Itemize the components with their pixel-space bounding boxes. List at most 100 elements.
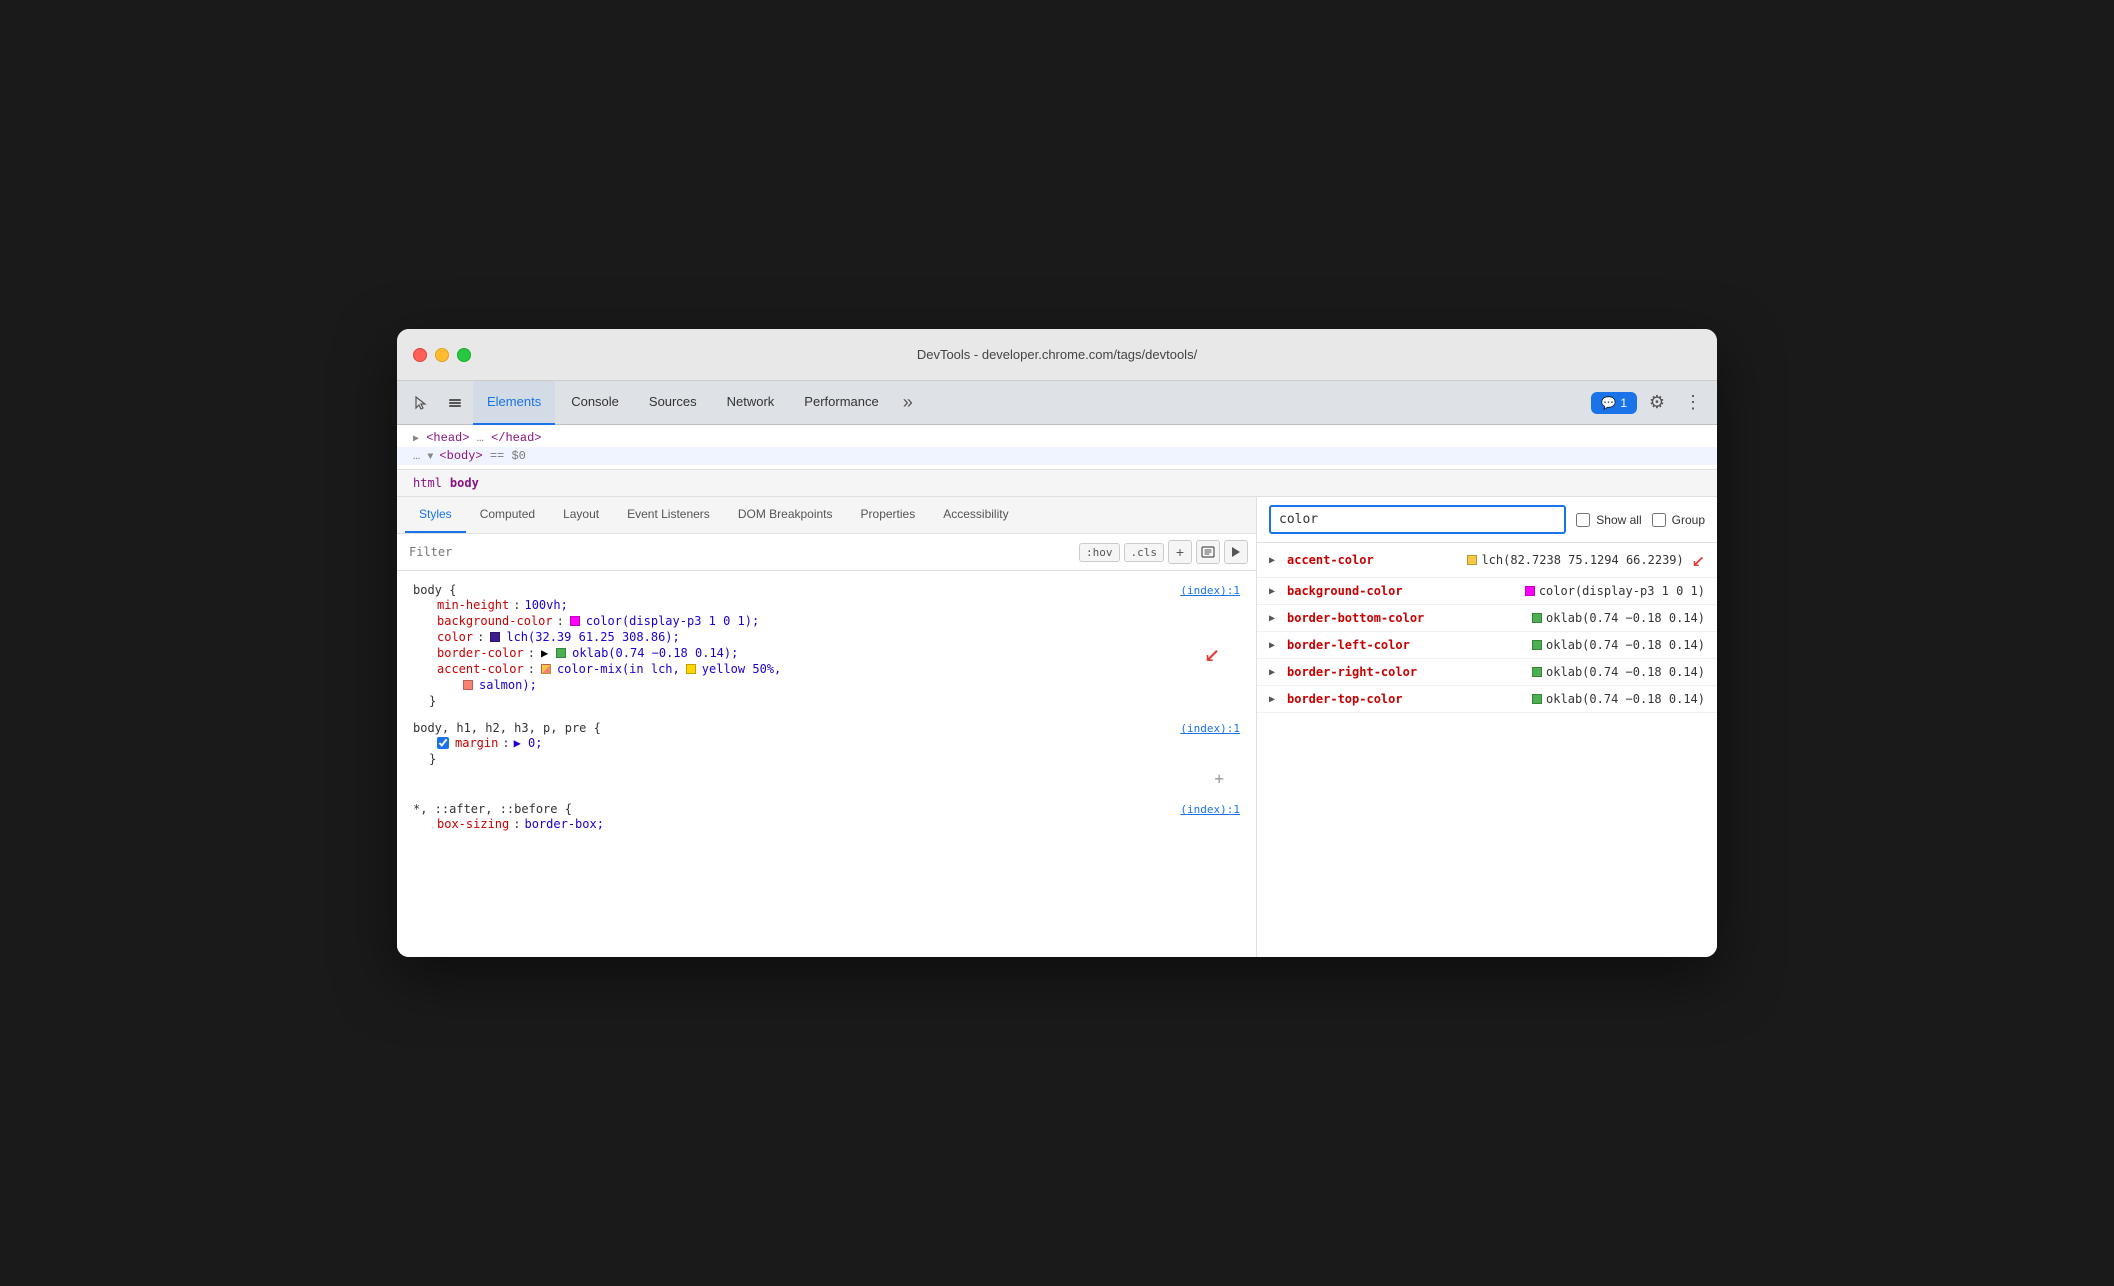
border-color-annotation-arrow: ↙ [1204, 640, 1220, 666]
css-prop-background-color: background-color: color(display-p3 1 0 1… [413, 613, 1240, 629]
css-rules-panel: body { (index):1 min-height: 100vh; back… [397, 571, 1256, 957]
expand-border-right-color[interactable]: ▶ [1269, 667, 1281, 678]
css-source-link-2[interactable]: (index):1 [1180, 722, 1240, 735]
tab-performance[interactable]: Performance [790, 381, 892, 425]
breadcrumb-body[interactable]: body [450, 476, 479, 490]
css-rule-selector: body { (index):1 [413, 583, 1240, 597]
more-tabs-button[interactable]: » [895, 387, 921, 419]
traffic-lights [413, 348, 471, 362]
dom-head-line[interactable]: ▶ <head> … </head> [397, 429, 1717, 447]
devtools-window: DevTools - developer.chrome.com/tags/dev… [397, 329, 1717, 957]
tab-accessibility[interactable]: Accessibility [929, 497, 1022, 533]
css-prop-margin: margin: ▶ 0; [413, 735, 1240, 751]
devtools-body: Elements Console Sources Network Perform… [397, 381, 1717, 957]
salmon-swatch[interactable] [463, 680, 473, 690]
toggle-css-changes-button[interactable] [1224, 540, 1248, 564]
more-options-button[interactable]: ⋮ [1677, 387, 1709, 419]
expand-background-color[interactable]: ▶ [1269, 586, 1281, 597]
layers-icon[interactable] [439, 387, 471, 419]
tab-elements[interactable]: Elements [473, 381, 555, 425]
computed-search-input[interactable] [1269, 505, 1566, 534]
yellow-swatch[interactable] [686, 664, 696, 674]
top-right-icons: 💬 1 ⚙ ⋮ [1591, 387, 1709, 419]
hov-button[interactable]: :hov [1079, 543, 1120, 562]
tab-properties[interactable]: Properties [847, 497, 930, 533]
css-prop-accent-color: accent-color: color-mix(in lch, yellow 5… [413, 661, 1240, 677]
tab-sources[interactable]: Sources [635, 381, 711, 425]
add-rule-button[interactable]: + [1214, 769, 1224, 788]
css-source-link-3[interactable]: (index):1 [1180, 803, 1240, 816]
css-rule-selector-2: body, h1, h2, h3, p, pre { (index):1 [413, 721, 1240, 735]
accent-color-computed-arrow: ↙ [1692, 549, 1705, 571]
css-rule-universal: *, ::after, ::before { (index):1 box-siz… [397, 798, 1256, 836]
computed-border-bottom-swatch[interactable] [1532, 613, 1542, 623]
tab-styles[interactable]: Styles [405, 497, 466, 533]
left-panel: Styles Computed Layout Event Listeners D… [397, 497, 1257, 957]
expand-accent-color[interactable]: ▶ [1269, 555, 1281, 566]
add-style-rule-button[interactable]: + [1168, 540, 1192, 564]
breadcrumb: html body [397, 470, 1717, 497]
tab-console[interactable]: Console [557, 381, 633, 425]
group-label: Group [1672, 513, 1705, 527]
tab-dom-breakpoints[interactable]: DOM Breakpoints [724, 497, 847, 533]
minimize-button[interactable] [435, 348, 449, 362]
filter-buttons: :hov .cls + [1079, 540, 1248, 564]
tab-event-listeners[interactable]: Event Listeners [613, 497, 724, 533]
computed-item-border-bottom-color: ▶ border-bottom-color oklab(0.74 −0.18 0… [1257, 605, 1717, 632]
color-swatch[interactable] [490, 632, 500, 642]
computed-border-top-swatch[interactable] [1532, 694, 1542, 704]
group-checkbox-group: Group [1652, 513, 1705, 527]
right-panel: Show all Group ▶ accent-color [1257, 497, 1717, 957]
css-prop-accent-color-cont: salmon); [413, 677, 1240, 693]
tab-network[interactable]: Network [713, 381, 789, 425]
dom-body-line[interactable]: … ▼ <body> == $0 [397, 447, 1717, 465]
window-title: DevTools - developer.chrome.com/tags/dev… [917, 347, 1197, 362]
main-area: Styles Computed Layout Event Listeners D… [397, 497, 1717, 957]
close-button[interactable] [413, 348, 427, 362]
new-style-rule-button[interactable] [1196, 540, 1220, 564]
computed-accent-swatch[interactable] [1467, 555, 1477, 565]
expand-border-bottom-color[interactable]: ▶ [1269, 613, 1281, 624]
computed-border-right-swatch[interactable] [1532, 667, 1542, 677]
titlebar: DevTools - developer.chrome.com/tags/dev… [397, 329, 1717, 381]
filter-input[interactable] [405, 543, 1073, 561]
expand-border-top-color[interactable]: ▶ [1269, 694, 1281, 705]
cls-button[interactable]: .cls [1124, 543, 1165, 562]
css-prop-color: color: lch(32.39 61.25 308.86); [413, 629, 1240, 645]
show-all-label: Show all [1596, 513, 1641, 527]
show-all-checkbox[interactable] [1576, 513, 1590, 527]
maximize-button[interactable] [457, 348, 471, 362]
css-close-brace-body: } [413, 693, 1240, 709]
computed-item-border-left-color: ▶ border-left-color oklab(0.74 −0.18 0.1… [1257, 632, 1717, 659]
breadcrumb-html[interactable]: html [413, 476, 442, 490]
styles-subtabs: Styles Computed Layout Event Listeners D… [397, 497, 1256, 534]
dom-tree-area: ▶ <head> … </head> … ▼ <body> == $0 [397, 425, 1717, 470]
computed-properties-list: ▶ accent-color lch(82.7238 75.1294 66.22… [1257, 543, 1717, 957]
css-rule-body-headings: body, h1, h2, h3, p, pre { (index):1 mar… [397, 717, 1256, 794]
group-checkbox[interactable] [1652, 513, 1666, 527]
css-rule-body: body { (index):1 min-height: 100vh; back… [397, 579, 1256, 713]
show-all-checkbox-group: Show all [1576, 513, 1641, 527]
accent-color-swatch[interactable] [541, 664, 551, 674]
settings-button[interactable]: ⚙ [1641, 387, 1673, 419]
computed-search-area: Show all Group [1257, 497, 1717, 543]
css-prop-min-height: min-height: 100vh; [413, 597, 1240, 613]
computed-item-border-top-color: ▶ border-top-color oklab(0.74 −0.18 0.14… [1257, 686, 1717, 713]
expand-border-left-color[interactable]: ▶ [1269, 640, 1281, 651]
css-prop-box-sizing: box-sizing: border-box; [413, 816, 1240, 832]
comments-badge-button[interactable]: 💬 1 [1591, 392, 1637, 414]
tab-layout[interactable]: Layout [549, 497, 613, 533]
css-source-link[interactable]: (index):1 [1180, 584, 1240, 597]
margin-checkbox[interactable] [437, 737, 449, 749]
computed-border-left-swatch[interactable] [1532, 640, 1542, 650]
background-color-swatch[interactable] [570, 616, 580, 626]
border-color-swatch[interactable] [556, 648, 566, 658]
computed-bg-swatch[interactable] [1525, 586, 1535, 596]
css-rule-selector-3: *, ::after, ::before { (index):1 [413, 802, 1240, 816]
cursor-icon[interactable] [405, 387, 437, 419]
computed-item-accent-color: ▶ accent-color lch(82.7238 75.1294 66.22… [1257, 543, 1717, 578]
filter-bar: :hov .cls + [397, 534, 1256, 571]
tab-computed[interactable]: Computed [466, 497, 549, 533]
right-panel-inner: ▶ accent-color lch(82.7238 75.1294 66.22… [1257, 543, 1717, 957]
border-color-triangle: ▶ [541, 646, 548, 660]
